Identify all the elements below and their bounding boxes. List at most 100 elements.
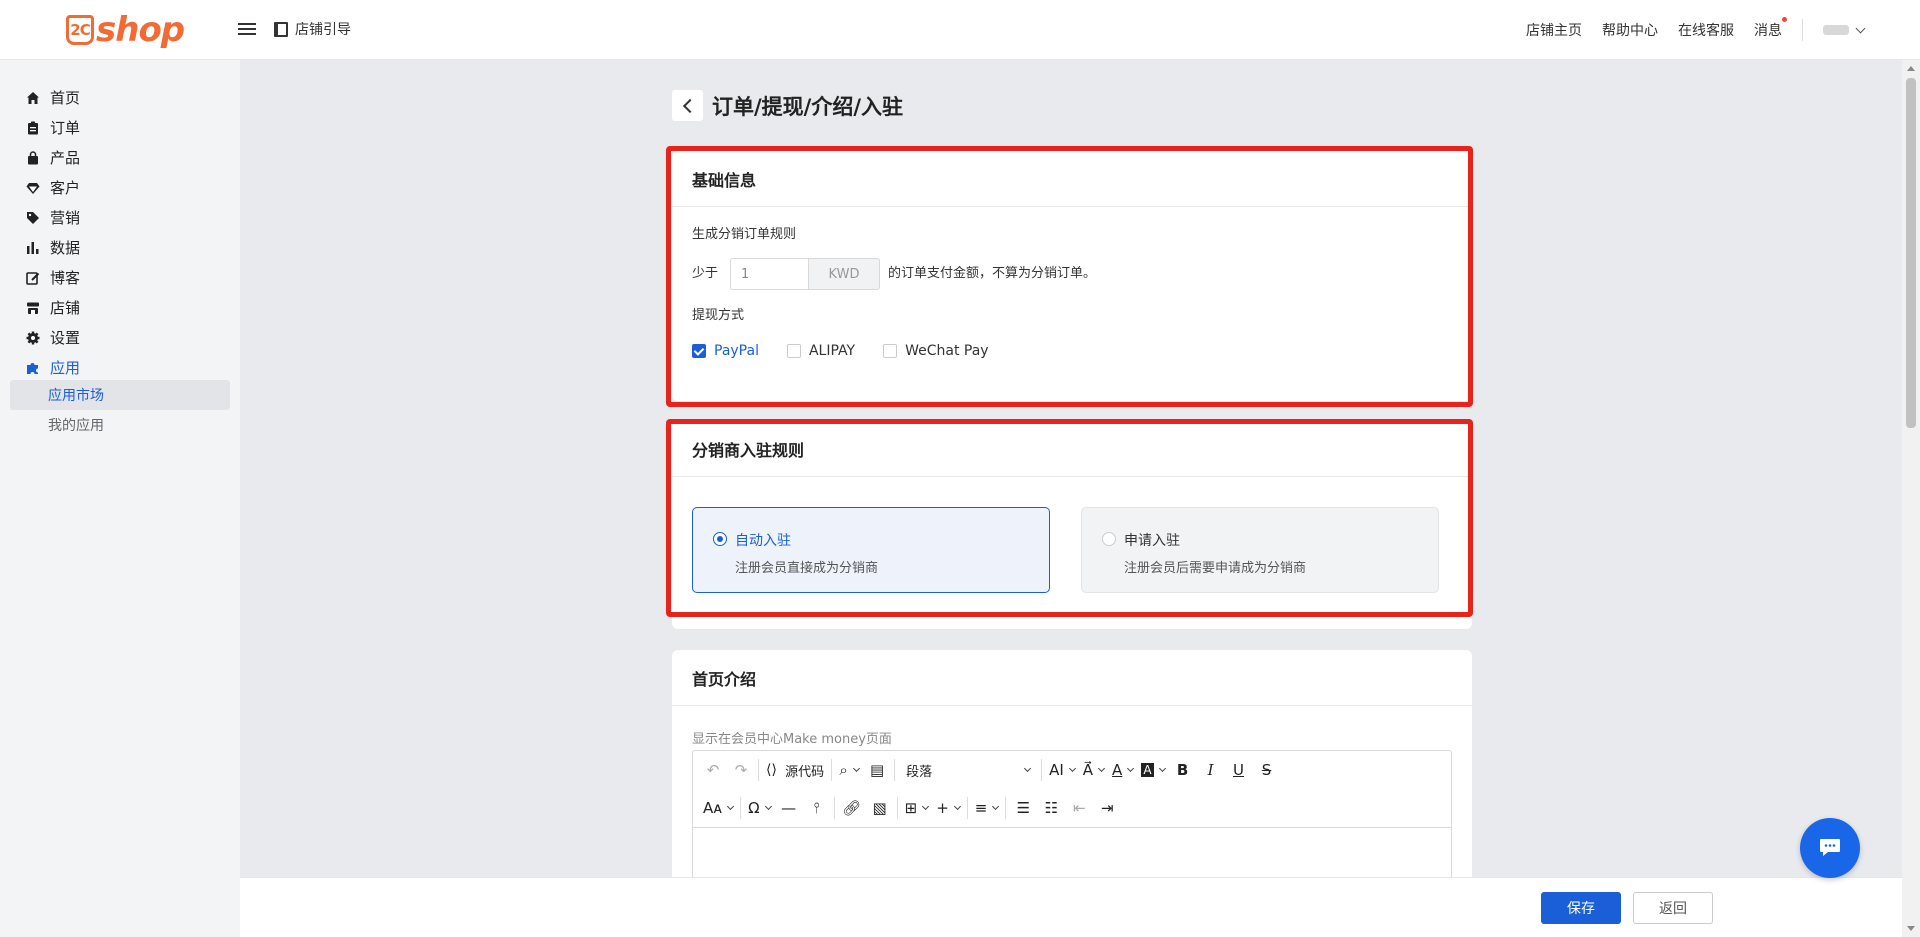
home-icon <box>26 91 40 105</box>
chevron-down-icon <box>1855 23 1866 33</box>
font-size-icon[interactable]: AI <box>1045 756 1079 784</box>
back-arrow-button[interactable] <box>672 90 703 121</box>
checkbox-empty-icon <box>786 344 801 358</box>
sidebar-item-home[interactable]: 首页 <box>26 87 80 108</box>
tag-icon <box>26 211 40 225</box>
store-guide-label: 店铺引导 <box>295 22 351 38</box>
save-button[interactable]: 保存 <box>1541 892 1621 924</box>
source-code-button[interactable]: ⟨⟩ 源代码 <box>762 756 828 784</box>
top-bar: 2C shop 店铺引导 店铺主页 帮助中心 在线客服 消息 <box>0 0 1920 60</box>
scroll-down-arrow-icon[interactable] <box>1907 926 1915 931</box>
menu-toggle-icon[interactable] <box>238 20 256 38</box>
min-amount-group: KWD <box>730 258 880 290</box>
account-menu[interactable] <box>1823 23 1866 35</box>
messages-link[interactable]: 消息 <box>1754 17 1787 40</box>
highlight-color-icon[interactable]: A <box>1137 756 1168 784</box>
select-all-icon[interactable]: ▤ <box>863 756 891 784</box>
help-center-link[interactable]: 帮助中心 <box>1602 20 1658 40</box>
radio-selected-icon <box>713 532 727 546</box>
checkbox-empty-icon <box>883 344 898 358</box>
online-support-link[interactable]: 在线客服 <box>1678 20 1734 40</box>
sidebar-subitem-app-market[interactable]: 应用市场 <box>10 380 230 410</box>
table-icon[interactable]: ⊞ <box>901 794 933 822</box>
logo-mark: 2C <box>66 15 94 45</box>
chat-button[interactable] <box>1800 818 1860 878</box>
book-icon <box>274 21 288 37</box>
undo-icon[interactable]: ↶ <box>699 756 727 784</box>
edit-icon <box>26 271 40 285</box>
join-rules-card: 分销商入驻规则 自动入驻 注册会员直接成为分销商 申请入驻 注册会员后需要申请成… <box>672 421 1472 629</box>
underline-icon[interactable]: U <box>1225 756 1253 784</box>
scroll-thumb[interactable] <box>1906 78 1916 428</box>
sidebar-item-blog[interactable]: 博客 <box>26 267 80 288</box>
text-case-icon[interactable]: Aᴀ <box>699 794 737 822</box>
bullet-list-icon[interactable]: ☰ <box>1009 794 1037 822</box>
min-amount-input[interactable] <box>730 258 808 290</box>
block-format-select[interactable]: 段落 <box>898 756 1038 784</box>
sidebar-item-apps[interactable]: 应用 <box>26 357 80 378</box>
indent-icon[interactable]: ⇥ <box>1093 794 1121 822</box>
image-icon[interactable]: ▧ <box>866 794 894 822</box>
find-replace-icon[interactable]: ⌕ <box>835 756 863 784</box>
sidebar-item-settings[interactable]: 设置 <box>26 327 80 348</box>
radio-empty-icon <box>1102 532 1116 546</box>
page-break-icon[interactable]: ⫯ <box>803 794 831 822</box>
italic-icon[interactable]: I <box>1197 756 1225 784</box>
checkbox-label: ALIPAY <box>808 343 856 359</box>
special-char-icon[interactable]: Ω <box>744 794 774 822</box>
diamond-icon <box>26 181 40 195</box>
sidebar-item-orders[interactable]: 订单 <box>26 117 80 138</box>
alipay-checkbox[interactable]: ALIPAY <box>786 343 856 359</box>
sidebar-subitem-my-apps[interactable]: 我的应用 <box>10 410 230 440</box>
outdent-icon[interactable]: ⇤ <box>1065 794 1093 822</box>
bottom-action-bar: 保存 返回 <box>240 877 1902 937</box>
font-style-icon[interactable]: A⃗ <box>1079 756 1108 784</box>
checkbox-label: PayPal <box>714 343 759 359</box>
logo[interactable]: 2C shop <box>66 10 185 50</box>
messages-label: 消息 <box>1754 23 1782 39</box>
numbered-list-icon[interactable]: ☷ <box>1037 794 1065 822</box>
align-icon[interactable]: ≡ <box>971 794 1003 822</box>
sidebar-item-label: 客户 <box>50 179 81 197</box>
apply-join-option[interactable]: 申请入驻 注册会员后需要申请成为分销商 <box>1081 507 1439 593</box>
sidebar-item-label: 订单 <box>50 119 81 137</box>
scroll-up-arrow-icon[interactable] <box>1907 66 1915 71</box>
bag-icon <box>26 150 40 165</box>
auto-join-option[interactable]: 自动入驻 注册会员直接成为分销商 <box>692 507 1050 593</box>
horizontal-rule-icon[interactable]: — <box>775 794 803 822</box>
sidebar-item-store[interactable]: 店铺 <box>26 297 80 318</box>
chat-bubble-icon <box>1820 839 1840 856</box>
option-title: 自动入驻 <box>735 533 791 549</box>
store-guide-link[interactable]: 店铺引导 <box>274 19 351 39</box>
puzzle-icon <box>26 361 40 375</box>
intro-title: 首页介绍 <box>672 650 1472 706</box>
checkbox-checked-icon <box>692 344 706 358</box>
insert-plus-icon[interactable]: + <box>932 794 964 822</box>
source-code-label: 源代码 <box>785 764 825 780</box>
sidebar-item-products[interactable]: 产品 <box>26 147 80 168</box>
strikethrough-icon[interactable]: S <box>1253 756 1281 784</box>
option-desc: 注册会员后需要申请成为分销商 <box>1124 561 1307 576</box>
sidebar-item-customers[interactable]: 客户 <box>26 177 80 198</box>
sidebar-item-marketing[interactable]: 营销 <box>26 207 80 228</box>
top-links: 店铺主页 帮助中心 在线客服 消息 <box>1526 0 1866 60</box>
link-icon[interactable]: 🔗︎ <box>838 794 866 822</box>
bold-icon[interactable]: B <box>1169 756 1197 784</box>
checkbox-label: WeChat Pay <box>905 343 989 359</box>
wechat-pay-checkbox[interactable]: WeChat Pay <box>883 343 989 359</box>
text-color-icon[interactable]: A <box>1108 756 1137 784</box>
option-desc: 注册会员直接成为分销商 <box>735 561 879 576</box>
sidebar-item-data[interactable]: 数据 <box>26 237 80 258</box>
amount-suffix: 的订单支付金额，不算为分销订单。 <box>888 266 1097 281</box>
paypal-checkbox[interactable]: PayPal <box>692 343 759 359</box>
intro-hint: 显示在会员中心Make money页面 <box>692 732 892 747</box>
sidebar-item-label: 数据 <box>50 239 81 257</box>
unread-dot <box>1782 17 1787 22</box>
divider <box>1802 19 1803 41</box>
redo-icon[interactable]: ↷ <box>727 756 755 784</box>
return-button[interactable]: 返回 <box>1633 892 1713 924</box>
page-header: 订单/提现/介绍/入驻 <box>672 90 903 121</box>
store-home-link[interactable]: 店铺主页 <box>1526 20 1582 40</box>
page-scrollbar[interactable] <box>1902 60 1920 937</box>
basic-info-card: 基础信息 生成分销订单规则 少于 KWD 的订单支付金额，不算为分销订单。 提现… <box>672 151 1472 401</box>
